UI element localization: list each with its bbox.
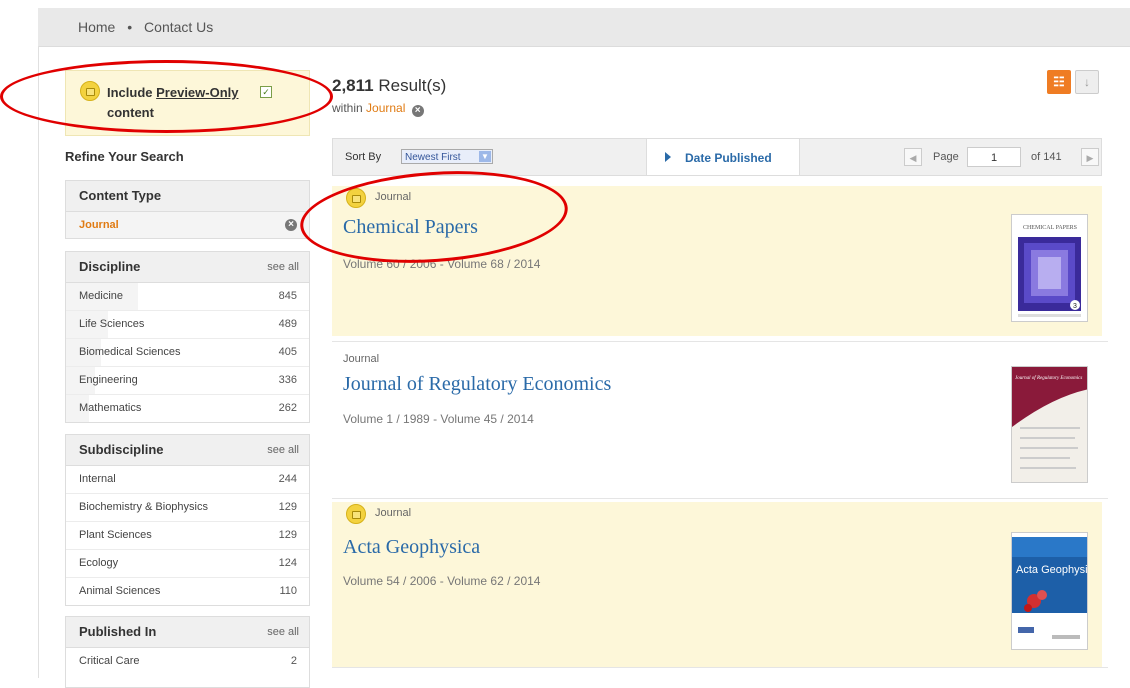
facet-header: Subdiscipline see all bbox=[66, 435, 309, 466]
scope-link[interactable]: Journal bbox=[366, 101, 405, 115]
result-type: Journal bbox=[375, 507, 412, 519]
journal-cover-image[interactable]: Journal of Regulatory Economics bbox=[1011, 366, 1088, 483]
see-all-link[interactable]: see all bbox=[267, 444, 299, 456]
refine-heading: Refine Your Search bbox=[65, 149, 184, 164]
result-title-link[interactable]: Acta Geophysica bbox=[343, 536, 480, 559]
result-type: Journal bbox=[343, 353, 380, 365]
chevron-down-icon: ▼ bbox=[479, 151, 491, 162]
sort-by-label: Sort By bbox=[345, 151, 382, 163]
result-divider bbox=[332, 341, 1108, 342]
result-divider bbox=[332, 498, 1108, 499]
cover-issue: 3 bbox=[1073, 303, 1077, 310]
facet-item[interactable]: Engineering 336 bbox=[66, 367, 309, 395]
result-volumes: Volume 1 / 1989 - Volume 45 / 2014 bbox=[343, 412, 534, 426]
breadcrumb: Home • Contact Us bbox=[78, 19, 221, 35]
top-nav-bar: Home • Contact Us bbox=[38, 8, 1130, 47]
facet-item[interactable]: Biomedical Sciences 405 bbox=[66, 339, 309, 367]
subdiscipline-facet: Subdiscipline see all Internal 244 Bioche… bbox=[65, 434, 310, 606]
see-all-link[interactable]: see all bbox=[267, 261, 299, 273]
lock-icon bbox=[346, 504, 366, 524]
annotation-oval bbox=[0, 60, 333, 133]
facet-item[interactable]: Animal Sciences 110 bbox=[66, 578, 309, 605]
facet-title: Published In bbox=[79, 624, 157, 639]
preview-band bbox=[332, 502, 1102, 526]
cover-title: Journal of Regulatory Economics bbox=[1015, 376, 1082, 381]
nav-separator: • bbox=[127, 19, 133, 35]
facet-header: Published In see all bbox=[66, 617, 309, 648]
journal-cover-image[interactable]: Acta Geophysica bbox=[1011, 532, 1088, 650]
facet-title: Content Type bbox=[79, 188, 162, 203]
facet-selected-item[interactable]: Journal × bbox=[66, 212, 309, 238]
facet-item[interactable]: Critical Care 2 bbox=[66, 648, 309, 675]
previous-page-button[interactable]: ◀ bbox=[904, 148, 922, 166]
page-label: Page bbox=[933, 151, 959, 163]
page-left-border bbox=[38, 46, 39, 678]
next-page-button[interactable]: ▶ bbox=[1081, 148, 1099, 166]
remove-filter-icon[interactable]: × bbox=[285, 219, 297, 231]
content-type-facet: Content Type Journal × bbox=[65, 180, 310, 239]
page-number-input[interactable]: 1 bbox=[967, 147, 1021, 167]
result-title-link[interactable]: Journal of Regulatory Economics bbox=[343, 373, 611, 396]
result-divider bbox=[332, 667, 1108, 668]
facet-item[interactable]: Biochemistry & Biophysics 129 bbox=[66, 494, 309, 522]
facet-header: Content Type bbox=[66, 181, 309, 212]
facet-item[interactable]: Life Sciences 489 bbox=[66, 311, 309, 339]
published-in-facet: Published In see all Critical Care 2 bbox=[65, 616, 310, 688]
facet-header: Discipline see all bbox=[66, 252, 309, 283]
cover-title: CHEMICAL PAPERS bbox=[1023, 225, 1077, 231]
facet-title: Discipline bbox=[79, 259, 141, 274]
cover-title: Acta Geophysica bbox=[1016, 564, 1088, 576]
result-item: Journal Journal of Regulatory Economics … bbox=[332, 344, 1102, 494]
results-scope: within Journal × bbox=[332, 101, 424, 117]
sort-select[interactable]: Newest First ▼ bbox=[401, 149, 493, 164]
facet-item[interactable]: Plant Sciences 129 bbox=[66, 522, 309, 550]
home-link[interactable]: Home bbox=[78, 19, 115, 35]
journal-cover-image[interactable]: CHEMICAL PAPERS 3 bbox=[1011, 214, 1088, 322]
discipline-facet: Discipline see all Medicine 845 Life Scie… bbox=[65, 251, 310, 423]
facet-item[interactable]: Ecology 124 bbox=[66, 550, 309, 578]
remove-scope-icon[interactable]: × bbox=[411, 105, 424, 117]
result-item: Journal Acta Geophysica Volume 54 / 2006… bbox=[332, 502, 1102, 667]
page-total: of 141 bbox=[1031, 151, 1062, 163]
contact-us-link[interactable]: Contact Us bbox=[144, 19, 213, 35]
play-triangle-icon bbox=[665, 152, 671, 162]
facet-title: Subdiscipline bbox=[79, 442, 164, 457]
facet-item[interactable]: Medicine 845 bbox=[66, 283, 309, 311]
facet-item[interactable]: Mathematics 262 bbox=[66, 395, 309, 422]
date-published-sort-button[interactable]: Date Published bbox=[646, 139, 800, 175]
rss-feed-icon[interactable]: ☷ bbox=[1047, 70, 1071, 94]
results-count: 2,811 Result(s) bbox=[332, 76, 447, 95]
download-icon[interactable]: ↓ bbox=[1075, 70, 1099, 94]
result-volumes: Volume 54 / 2006 - Volume 62 / 2014 bbox=[343, 574, 541, 588]
see-all-link[interactable]: see all bbox=[267, 626, 299, 638]
facet-item[interactable]: Internal 244 bbox=[66, 466, 309, 494]
